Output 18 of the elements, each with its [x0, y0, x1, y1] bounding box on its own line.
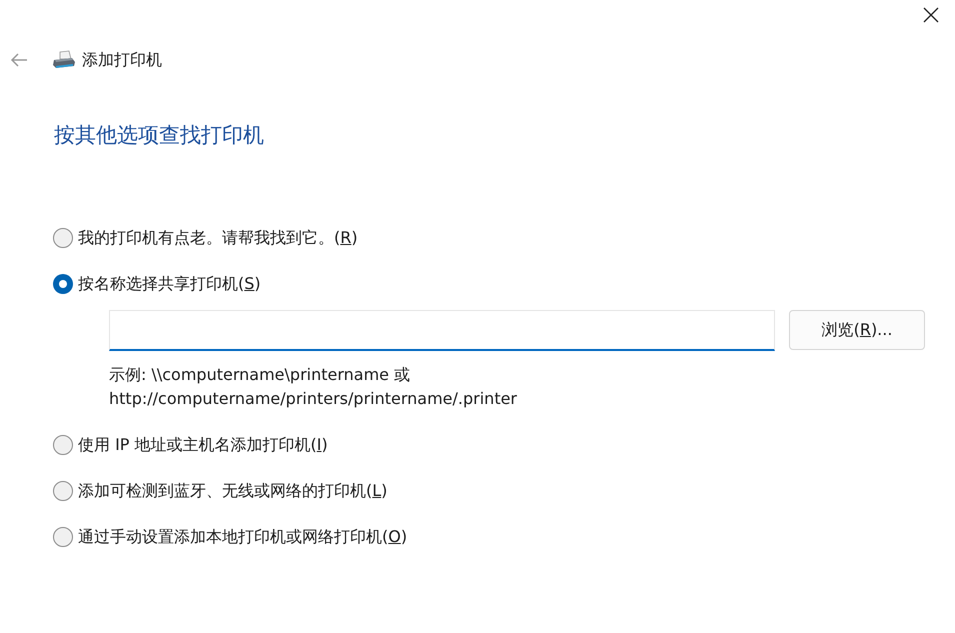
close-icon[interactable]: [921, 5, 941, 25]
radio-button[interactable]: [53, 434, 73, 454]
radio-button[interactable]: [53, 274, 73, 294]
radio-button[interactable]: [53, 228, 73, 248]
browse-button[interactable]: 浏览(R)...: [789, 310, 925, 350]
radio-label: 使用 IP 地址或主机名添加打印机(I): [78, 434, 328, 456]
radio-label: 通过手动设置添加本地打印机或网络打印机(O): [78, 526, 408, 548]
printer-icon: [52, 50, 76, 70]
radio-label: 添加可检测到蓝牙、无线或网络的打印机(L): [78, 480, 388, 502]
window-title: 添加打印机: [82, 49, 162, 71]
printer-name-field[interactable]: [109, 310, 775, 350]
page-heading: 按其他选项查找打印机: [54, 122, 265, 149]
radio-label: 按名称选择共享打印机(S): [78, 272, 261, 294]
example-text: http://computername/printers/printername/.printer: [109, 388, 518, 410]
radio-label: 我的打印机有点老。请帮我找到它。(R): [78, 226, 358, 248]
radio-button[interactable]: [53, 526, 73, 546]
example-text: 示例: \\computername\printername 或: [109, 364, 412, 386]
radio-button[interactable]: [53, 480, 73, 500]
